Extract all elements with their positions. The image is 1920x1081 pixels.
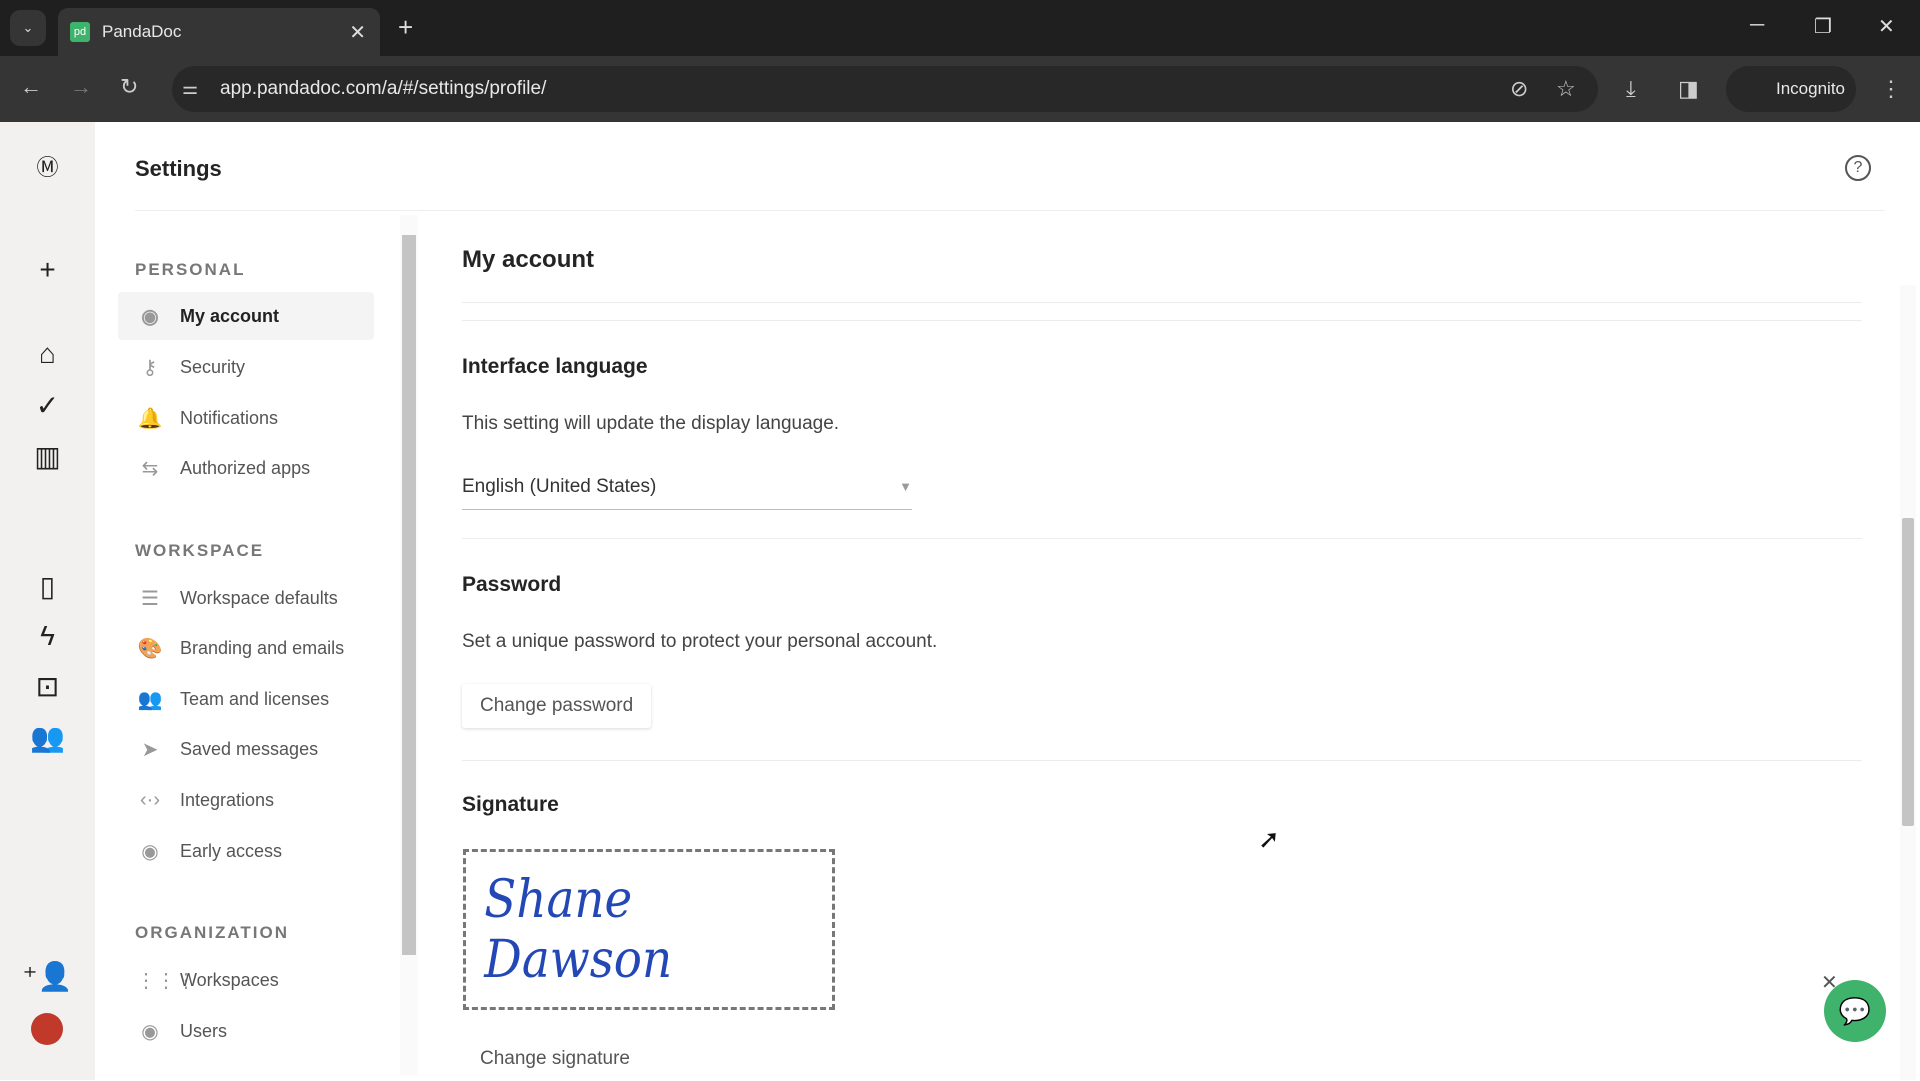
divider [135, 210, 1885, 211]
item-label: Integrations [180, 789, 275, 810]
contacts-icon[interactable]: 👥 [0, 721, 95, 754]
tasks-check-icon[interactable]: ✓ [0, 389, 95, 422]
eye-off-icon[interactable]: ⊘ [1510, 76, 1528, 102]
tab-search-button[interactable]: ⌄ [10, 10, 46, 46]
divider [462, 760, 1862, 761]
sidebar-item-integrations[interactable]: ‹·› Integrations [118, 776, 374, 824]
side-panel-icon[interactable]: ◨ [1678, 76, 1699, 102]
close-window-button[interactable]: ✕ [1878, 14, 1895, 39]
forward-icon[interactable]: → [70, 74, 92, 100]
url-text[interactable]: app.pandadoc.com/a/#/settings/profile/ [220, 78, 546, 100]
team-icon: 👥 [137, 688, 163, 711]
back-icon[interactable]: ← [20, 74, 42, 100]
eye-icon: ◉ [141, 840, 159, 863]
item-label: Branding and emails [180, 637, 345, 658]
new-tab-button[interactable]: + [398, 12, 413, 43]
password-description: Set a unique password to protect your pe… [462, 631, 938, 652]
item-label: My account [180, 305, 280, 326]
signature-image-text: Shane Dawson [484, 869, 673, 990]
language-value: English (United States) [462, 476, 657, 497]
item-label: Workspaces [180, 969, 279, 990]
item-label: Users [180, 1020, 228, 1041]
send-icon: ➤ [141, 738, 159, 761]
minimize-button[interactable]: ─ [1750, 14, 1764, 37]
invite-user-icon[interactable]: ⁺👤 [0, 960, 95, 993]
tab-title: PandaDoc [102, 22, 182, 41]
automation-bolt-icon[interactable]: ϟ [0, 620, 95, 652]
item-label: Security [180, 356, 246, 377]
site-info-icon[interactable]: ⚌ [182, 78, 198, 99]
sidebar-item-early-access[interactable]: ◉ Early access [118, 827, 374, 875]
sidebar-item-saved-messages[interactable]: ➤ Saved messages [118, 725, 374, 773]
sidebar-item-users[interactable]: ◉ Users [118, 1007, 374, 1055]
sidebar-scrollbar-thumb[interactable] [402, 235, 416, 955]
divider [462, 302, 1862, 303]
home-icon[interactable]: ⌂ [0, 338, 95, 370]
item-label: Workspace defaults [180, 587, 338, 608]
content-scrollbar-thumb[interactable] [1902, 518, 1914, 826]
sidebar-item-authorized-apps[interactable]: ⇆ Authorized apps [118, 444, 374, 492]
sidebar-item-branding[interactable]: 🎨 Branding and emails [118, 624, 374, 672]
divider [462, 320, 1862, 321]
documents-icon[interactable]: ▯ [0, 570, 95, 603]
item-label: Early access [180, 840, 283, 861]
incognito-label: Incognito [1776, 79, 1845, 98]
mouse-cursor-icon: ➚ [1258, 824, 1280, 854]
sidebar-item-team[interactable]: 👥 Team and licenses [118, 675, 374, 723]
item-label: Saved messages [180, 738, 319, 759]
chevron-down-icon: ▼ [899, 479, 912, 494]
avatar[interactable] [31, 1013, 63, 1045]
language-heading: Interface language [462, 355, 648, 378]
section-workspace: WORKSPACE [135, 541, 265, 560]
sidebar-item-notifications[interactable]: 🔔 Notifications [118, 394, 374, 442]
sidebar-item-security[interactable]: ⚷ Security [118, 343, 374, 391]
arrows-swap-icon: ⇆ [141, 457, 159, 480]
reports-chart-icon[interactable]: ▥ [0, 440, 95, 473]
create-plus-icon[interactable]: + [0, 254, 95, 286]
close-tab-icon[interactable]: ✕ [349, 20, 366, 45]
user-circle-icon: ◉ [141, 1020, 159, 1043]
sidebar-item-my-account[interactable]: ◉ My account [118, 292, 374, 340]
templates-icon[interactable]: ⊡ [0, 670, 95, 703]
language-description: This setting will update the display lan… [462, 413, 840, 434]
bookmark-star-icon[interactable]: ☆ [1556, 76, 1576, 102]
signature-heading: Signature [462, 793, 559, 816]
reload-icon[interactable]: ↻ [120, 74, 138, 100]
download-icon[interactable]: ⤓ [1626, 76, 1636, 102]
section-organization: ORGANIZATION [135, 923, 290, 942]
sidebar-item-workspace-defaults[interactable]: ☰ Workspace defaults [118, 574, 374, 622]
password-heading: Password [462, 573, 562, 596]
user-circle-icon: ◉ [141, 305, 159, 328]
divider [462, 538, 1862, 539]
restore-button[interactable]: ❐ [1814, 14, 1832, 39]
help-icon[interactable]: ? [1845, 155, 1871, 181]
item-label: Notifications [180, 407, 279, 428]
item-label: Team and licenses [180, 688, 330, 709]
change-signature-button[interactable]: Change signature [462, 1037, 648, 1081]
palette-icon: 🎨 [137, 637, 163, 660]
key-icon: ⚷ [142, 356, 158, 379]
sidebar-item-workspaces[interactable]: ⋮⋮⋮ Workspaces [118, 956, 374, 1004]
content-title: My account [462, 246, 595, 273]
sliders-icon: ☰ [141, 587, 159, 610]
page-title: Settings [135, 156, 222, 181]
workspace-logo-icon[interactable]: Ⓜ [0, 150, 95, 182]
incognito-badge[interactable]: Incognito [1726, 66, 1856, 112]
browser-menu-icon[interactable]: ⋮ [1880, 76, 1902, 102]
signature-preview: Shane Dawson [463, 849, 835, 1010]
bell-icon: 🔔 [137, 407, 163, 430]
change-password-button[interactable]: Change password [462, 684, 652, 728]
item-label: Authorized apps [180, 457, 311, 478]
chat-bubble-button[interactable]: 💬 [1824, 980, 1886, 1042]
grid-icon: ⋮⋮⋮ [136, 969, 196, 992]
language-select[interactable]: English (United States) ▼ [462, 470, 912, 510]
pandadoc-favicon-icon: pd [70, 22, 90, 42]
code-icon: ‹·› [140, 788, 160, 811]
browser-tab[interactable]: pd PandaDoc ✕ [58, 8, 380, 56]
section-personal: PERSONAL [135, 260, 246, 279]
